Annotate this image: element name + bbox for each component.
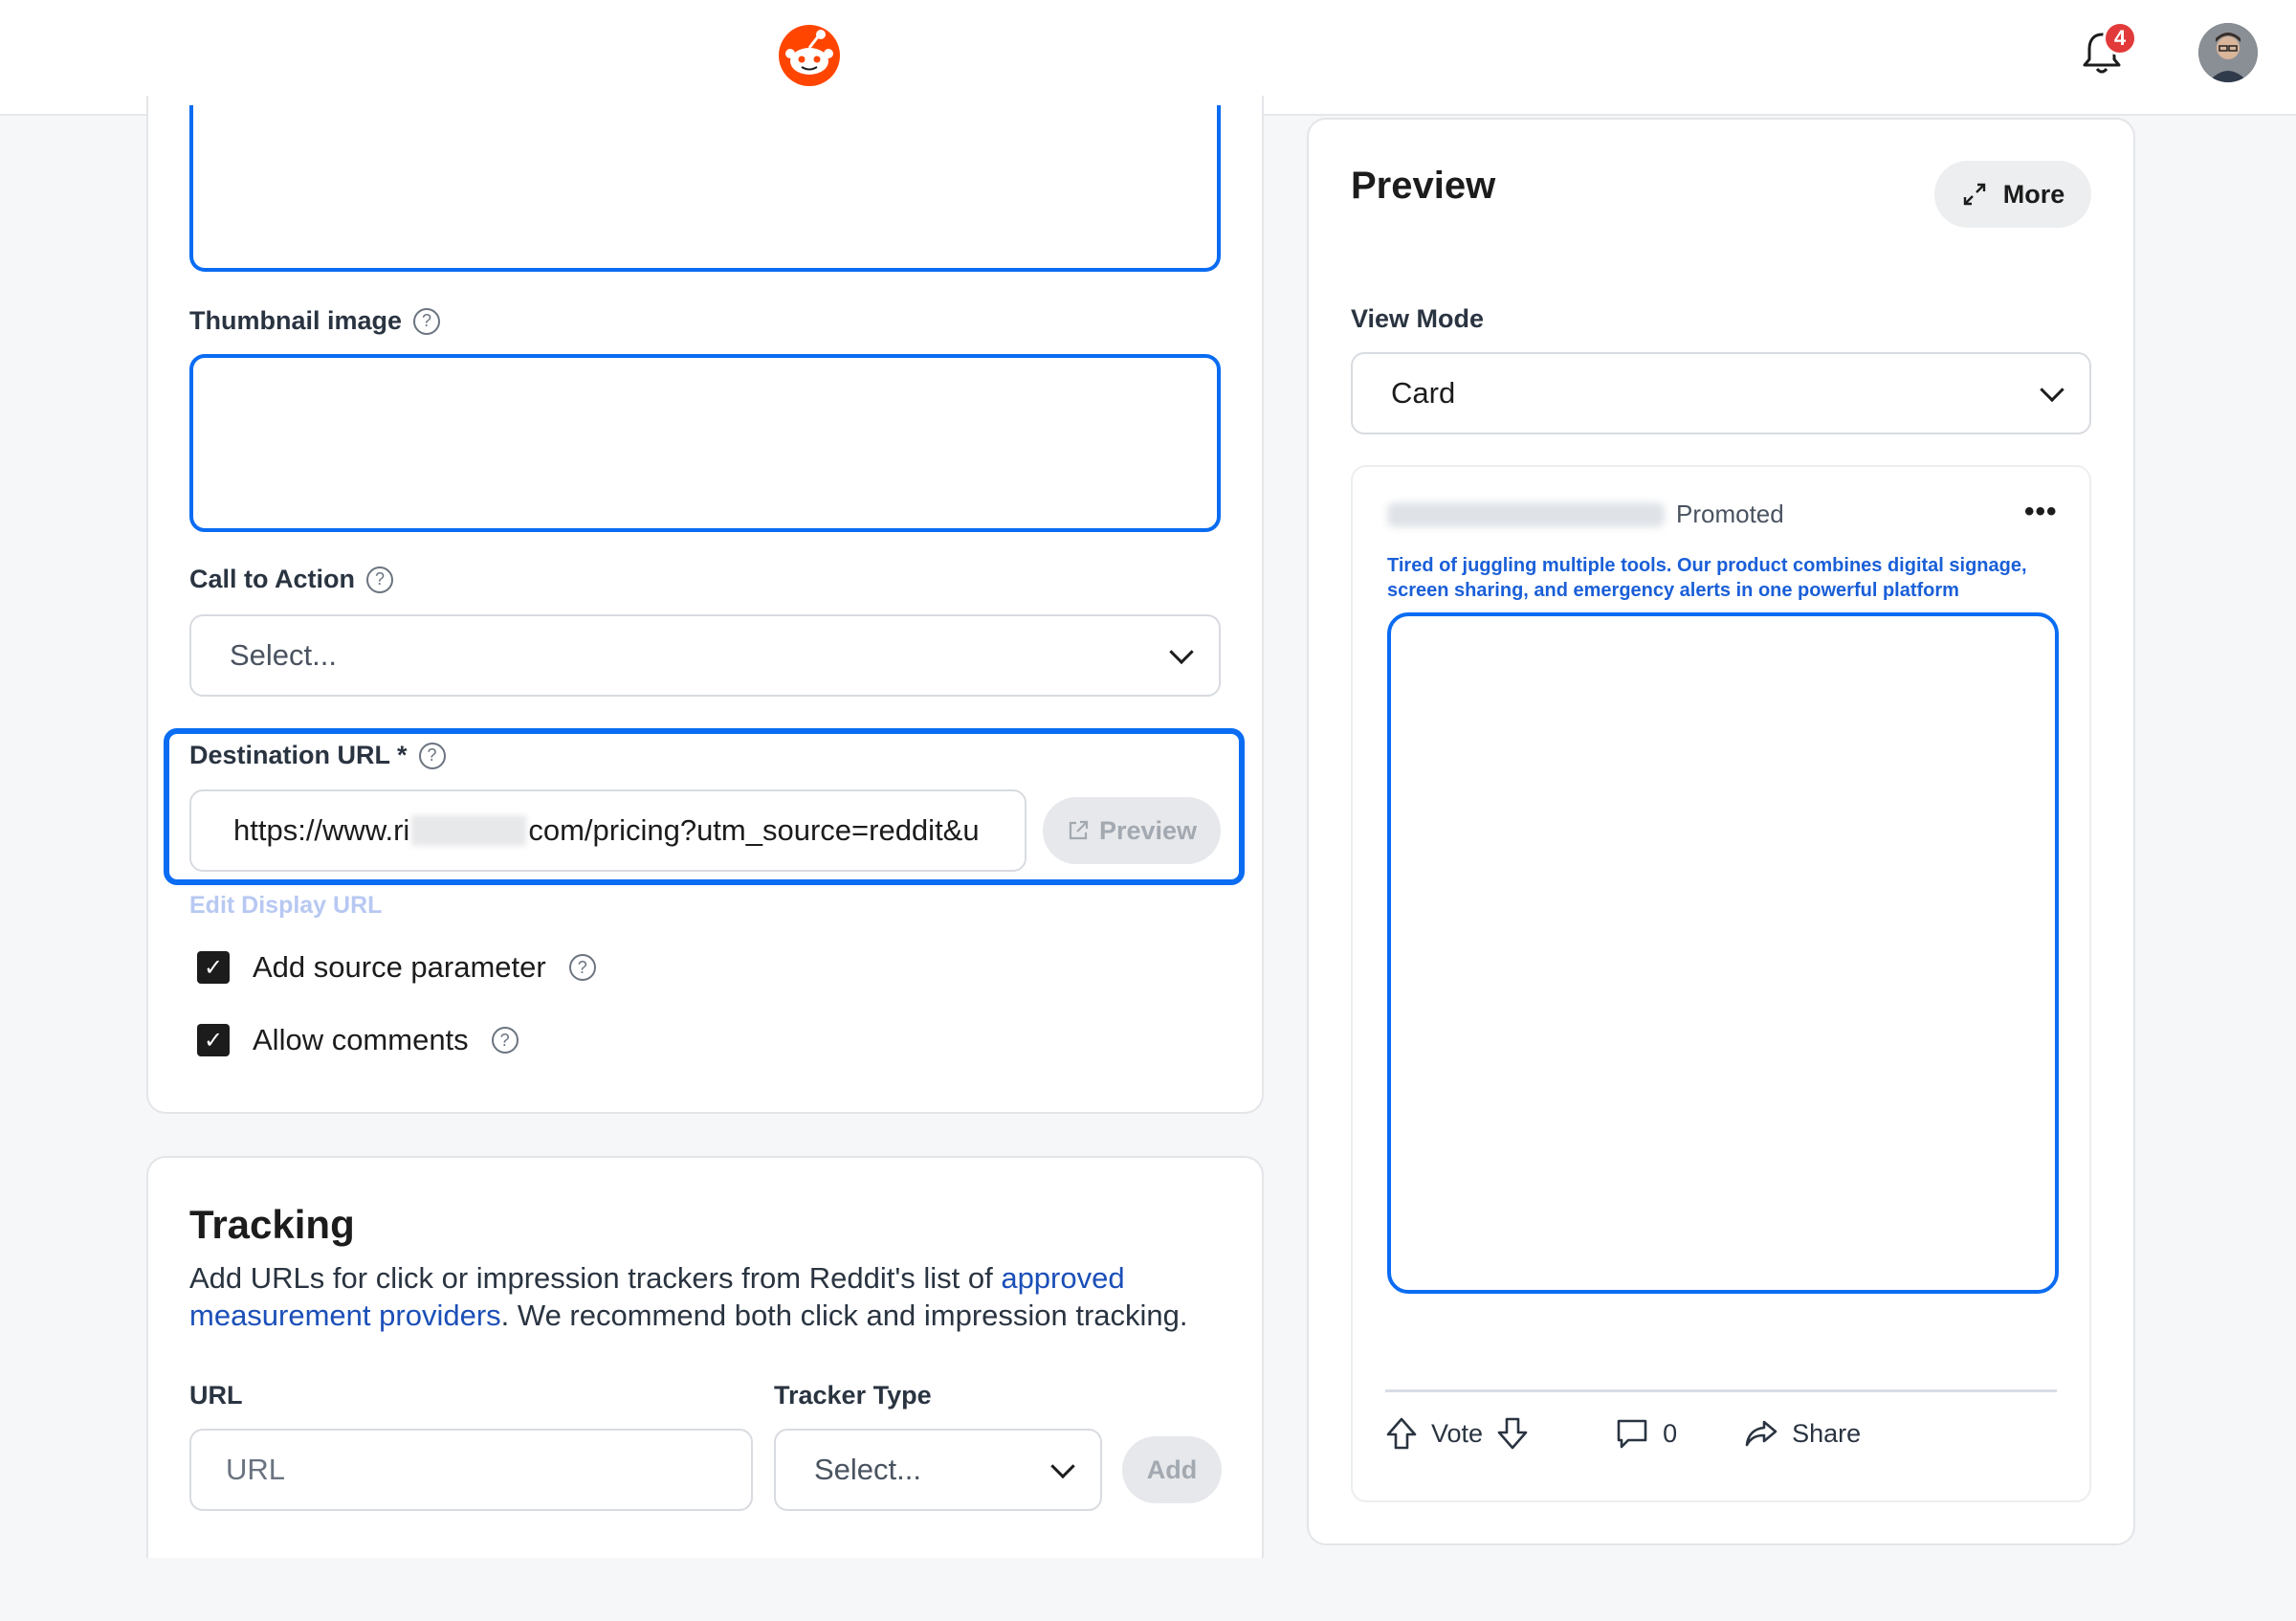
ad-media-area (1387, 612, 2059, 1294)
cta-label: Call to Action ? (189, 565, 393, 594)
help-icon[interactable]: ? (366, 566, 393, 593)
ad-headline: Tired of juggling multiple tools. Our pr… (1387, 555, 2027, 601)
comment-icon (1617, 1419, 1647, 1449)
more-button[interactable]: More (1934, 161, 2091, 228)
tracking-url-input[interactable]: URL (189, 1429, 753, 1511)
downvote-icon[interactable] (1496, 1416, 1529, 1451)
headline-textarea[interactable] (189, 105, 1221, 272)
more-options-icon[interactable]: ••• (2024, 496, 2058, 528)
url-preview-button[interactable]: Preview (1043, 797, 1221, 864)
help-icon[interactable]: ? (568, 954, 596, 981)
tracker-type-label: Tracker Type (774, 1381, 932, 1410)
post-divider (1385, 1389, 2057, 1392)
help-icon[interactable]: ? (413, 307, 441, 335)
redacted-domain (411, 815, 527, 846)
allow-comments-checkbox[interactable]: ✓ (197, 1024, 230, 1056)
chevron-down-icon (1169, 639, 1194, 665)
post-actions: Vote 0 Share (1385, 1416, 1861, 1451)
view-mode-label: View Mode (1351, 304, 1485, 333)
external-link-icon (1069, 820, 1089, 840)
vote-group: Vote (1385, 1416, 1529, 1451)
preview-title: Preview (1351, 165, 1496, 207)
add-source-checkbox[interactable]: ✓ (197, 951, 230, 984)
destination-url-label: Destination URL * ? (189, 741, 446, 770)
upvote-icon[interactable] (1385, 1416, 1418, 1451)
share-icon (1745, 1420, 1777, 1447)
reddit-logo-icon[interactable] (775, 21, 844, 90)
chevron-down-icon (1050, 1454, 1075, 1479)
tracking-title: Tracking (189, 1202, 355, 1247)
thumbnail-label: Thumbnail image ? (189, 306, 441, 336)
help-icon[interactable]: ? (418, 742, 446, 769)
share-button[interactable]: Share (1744, 1418, 1861, 1449)
add-tracker-button[interactable]: Add (1122, 1436, 1222, 1503)
allow-comments-row[interactable]: ✓ Allow comments ? (197, 1023, 519, 1057)
thumbnail-upload-area[interactable] (189, 354, 1221, 532)
comments-button[interactable]: 0 (1615, 1417, 1677, 1450)
destination-url-input[interactable]: https://www.ri com/pricing?utm_source=re… (189, 789, 1027, 872)
tracking-description: Add URLs for click or impression tracker… (189, 1261, 1188, 1332)
chevron-down-icon (2040, 377, 2064, 403)
cta-select[interactable]: Select... (189, 614, 1221, 697)
edit-display-url-link[interactable]: Edit Display URL (189, 892, 382, 920)
post-author-row: Promoted (1387, 500, 1784, 529)
redacted-author (1387, 501, 1665, 527)
expand-icon (1963, 183, 1985, 206)
notification-badge: 4 (2103, 21, 2137, 56)
user-avatar[interactable] (2198, 23, 2258, 82)
help-icon[interactable]: ? (491, 1027, 519, 1054)
tracker-type-select[interactable]: Select... (774, 1429, 1102, 1511)
add-source-parameter-row[interactable]: ✓ Add source parameter ? (197, 950, 596, 985)
view-mode-select[interactable]: Card (1351, 352, 2091, 434)
tracking-url-label: URL (189, 1381, 243, 1410)
